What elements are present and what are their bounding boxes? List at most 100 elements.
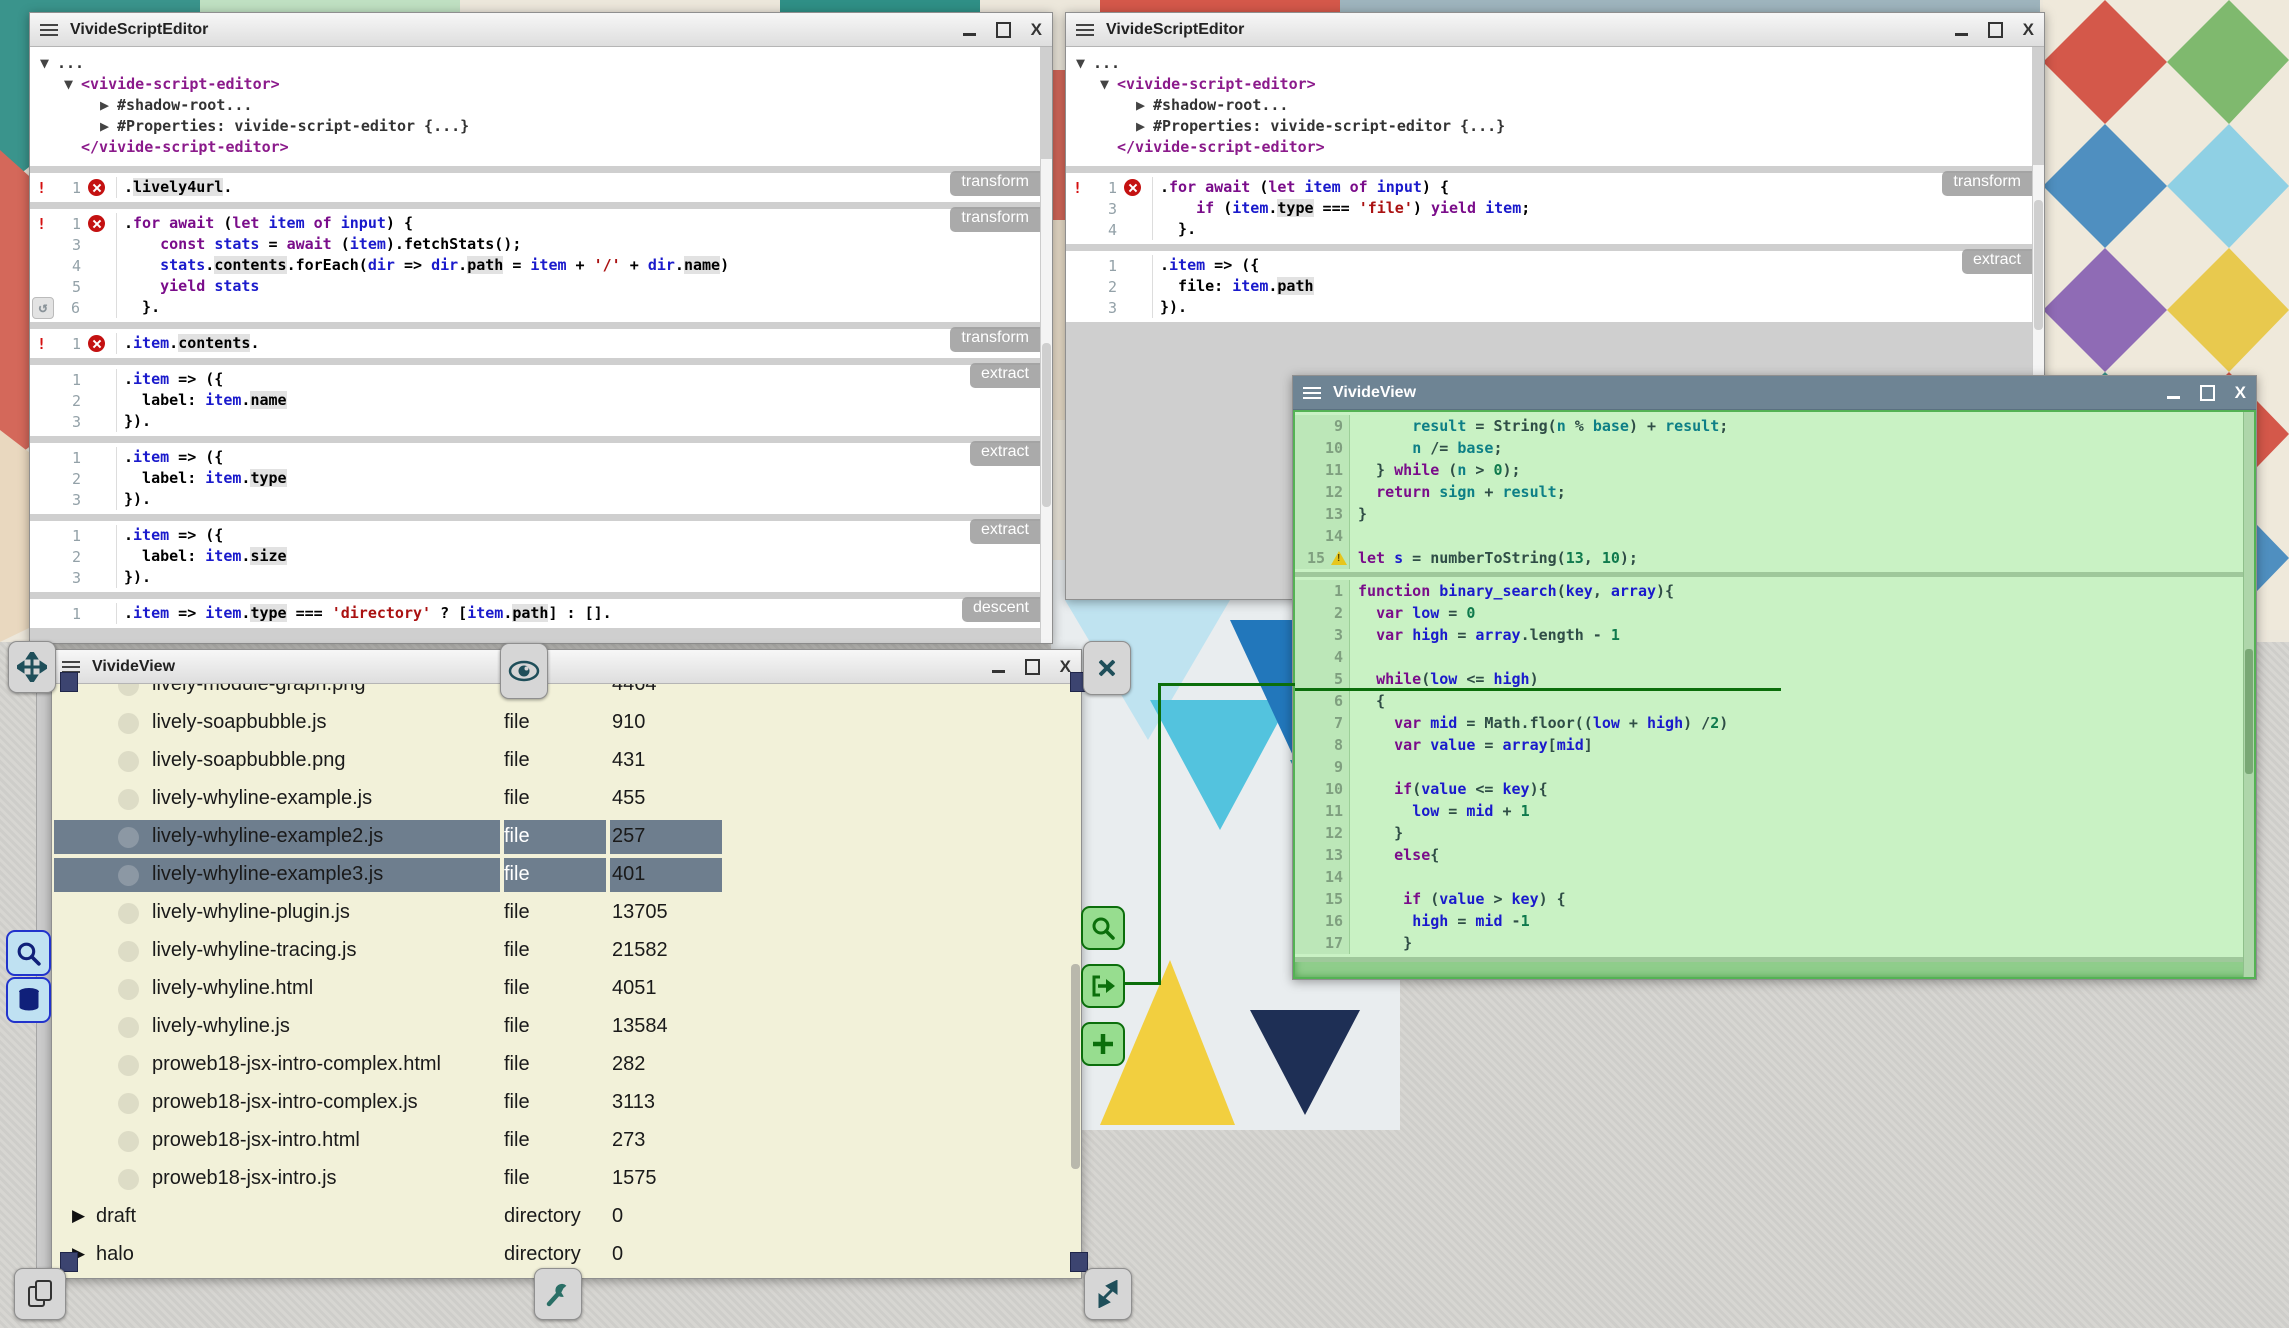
menu-icon[interactable] <box>1076 24 1094 36</box>
script-step-editor[interactable]: transform!1.item.contents. <box>30 329 1040 358</box>
file-row[interactable]: lively-whyline-example3.jsfile401 <box>52 856 1081 894</box>
collapse-arrow-icon[interactable]: ▼ <box>1100 74 1117 95</box>
halo-resize-handle-bottom-right[interactable] <box>1070 1252 1088 1272</box>
maximize-button[interactable] <box>1988 22 2003 38</box>
halo-copy-button[interactable] <box>14 1268 66 1320</box>
line-number: 10 <box>1325 780 1349 798</box>
file-name: proweb18-jsx-intro.js <box>152 1167 337 1190</box>
halo-resize-handle-top-left[interactable] <box>60 672 78 692</box>
file-row[interactable]: lively-soapbubble.jsfile910 <box>52 704 1081 742</box>
error-badge-icon[interactable] <box>1124 179 1141 196</box>
script-step-editor[interactable]: extract1.item => ({2 label: item.size3})… <box>30 521 1040 592</box>
file-size: 0 <box>612 1243 623 1266</box>
halo-resize-button[interactable] <box>1084 1268 1132 1320</box>
tree-node[interactable]: ▼<vivide-script-editor> <box>30 74 1040 95</box>
halo-eye-button[interactable] <box>500 643 548 699</box>
collapse-arrow-icon[interactable]: ▼ <box>64 74 81 95</box>
script-step-editor[interactable]: extract1.item => ({2 label: item.type3})… <box>30 443 1040 514</box>
scrollbar[interactable] <box>1071 964 1080 1169</box>
file-row[interactable]: lively-whyline-example2.jsfile257 <box>52 818 1081 856</box>
tree-node[interactable]: </vivide-script-editor> <box>30 137 1040 158</box>
minimize-button[interactable] <box>1955 33 1968 36</box>
minimize-button[interactable] <box>992 670 1005 673</box>
tree-node[interactable]: ▶#Properties: vivide-script-editor {...} <box>30 116 1040 137</box>
file-row[interactable]: lively-module-graph.pngfile4464 <box>52 684 1081 704</box>
file-row[interactable]: proweb18-jsx-intro-complex.htmlfile282 <box>52 1046 1081 1084</box>
file-row[interactable]: lively-soapbubble.pngfile431 <box>52 742 1081 780</box>
file-row[interactable]: lively-whyline.htmlfile4051 <box>52 970 1081 1008</box>
script-step-editor[interactable]: descent1.item => item.type === 'director… <box>30 599 1040 628</box>
error-badge-icon[interactable] <box>88 335 105 352</box>
expand-arrow-icon[interactable]: ▶ <box>72 1206 85 1226</box>
file-row[interactable]: lively-whyline-example.jsfile455 <box>52 780 1081 818</box>
directory-row[interactable]: ▶draftdirectory0 <box>52 1198 1081 1236</box>
code-pane[interactable]: 1function binary_search(key, array){2 va… <box>1295 577 2254 962</box>
sidebar-data-source-button[interactable] <box>6 977 51 1023</box>
scrollbar[interactable] <box>1040 159 1052 643</box>
file-row[interactable]: proweb18-jsx-intro-complex.jsfile3113 <box>52 1084 1081 1122</box>
tree-node[interactable]: ▼... <box>1066 53 2032 74</box>
tree-node[interactable]: </vivide-script-editor> <box>1066 137 2032 158</box>
script-step-editor[interactable]: extract1.item => ({2 label: item.name3})… <box>30 365 1040 436</box>
script-step-editor[interactable]: transform!1.for await (let item of input… <box>1066 173 2032 244</box>
halo-resize-handle-bottom-left[interactable] <box>60 1252 78 1272</box>
sidebar-search-button[interactable] <box>6 930 51 976</box>
file-row[interactable]: lively-whyline-tracing.jsfile21582 <box>52 932 1081 970</box>
file-size: 0 <box>612 1205 623 1228</box>
dom-inspector-tree[interactable]: ▼...▼<vivide-script-editor>▶#shadow-root… <box>30 47 1040 166</box>
error-badge-icon[interactable] <box>88 215 105 232</box>
window-vivide-view-list[interactable]: VivideView X lively-module-graph.pngfile… <box>51 649 1082 1279</box>
expand-arrow-icon[interactable]: ▶ <box>100 116 117 137</box>
script-step-editor[interactable]: transform!1.for await (let item of input… <box>30 209 1040 322</box>
window-vivide-view-code[interactable]: VivideView X 9 result = String(n % base)… <box>1292 375 2257 980</box>
maximize-button[interactable] <box>996 22 1011 38</box>
collapse-arrow-icon[interactable]: ▼ <box>40 53 57 74</box>
script-step-editor[interactable]: transform!1.lively4url. <box>30 173 1040 202</box>
minimize-button[interactable] <box>2167 396 2180 399</box>
titlebar[interactable]: VivideScriptEditor X <box>30 13 1052 47</box>
menu-icon[interactable] <box>62 661 80 673</box>
halo-close-button[interactable] <box>1083 641 1131 695</box>
tree-node[interactable]: ▶#Properties: vivide-script-editor {...} <box>1066 116 2032 137</box>
maximize-button[interactable] <box>1025 659 1040 675</box>
file-row[interactable]: lively-whyline.jsfile13584 <box>52 1008 1081 1046</box>
menu-icon[interactable] <box>1303 387 1321 399</box>
tree-node[interactable]: ▼<vivide-script-editor> <box>1066 74 2032 95</box>
file-row[interactable]: proweb18-jsx-intro.htmlfile273 <box>52 1122 1081 1160</box>
halo-wrench-button[interactable] <box>534 1268 582 1320</box>
menu-icon[interactable] <box>40 24 58 36</box>
titlebar[interactable]: VivideView X <box>52 650 1081 684</box>
halo-search-button[interactable] <box>1081 906 1125 950</box>
close-button[interactable]: X <box>2023 21 2034 38</box>
expand-arrow-icon[interactable]: ▶ <box>1136 116 1153 137</box>
titlebar[interactable]: VivideScriptEditor X <box>1066 13 2044 47</box>
minimize-button[interactable] <box>963 33 976 36</box>
tree-node[interactable]: ▼... <box>30 53 1040 74</box>
window-vivide-script-editor-left[interactable]: VivideScriptEditor X ▼...▼<vivide-script… <box>29 12 1053 644</box>
collapse-arrow-icon[interactable]: ▼ <box>1076 53 1093 74</box>
undo-icon[interactable]: ↺ <box>32 297 54 319</box>
halo-add-view-button[interactable] <box>1081 1022 1125 1066</box>
warning-icon[interactable]: ! <box>1331 551 1347 565</box>
scrollbar[interactable] <box>2243 412 2254 977</box>
file-row[interactable]: lively-whyline-plugin.jsfile13705 <box>52 894 1081 932</box>
maximize-button[interactable] <box>2200 385 2215 401</box>
tree-node[interactable]: ▶#shadow-root... <box>1066 95 2032 116</box>
tree-node[interactable]: ▶#shadow-root... <box>30 95 1040 116</box>
code-line: 11 } while (n > 0); <box>1295 459 2254 481</box>
tree-node-label: ... <box>1093 54 1120 72</box>
close-button[interactable]: X <box>2235 384 2246 401</box>
file-name: lively-module-graph.png <box>152 684 365 696</box>
close-button[interactable]: X <box>1031 21 1042 38</box>
code-pane[interactable]: 9 result = String(n % base) + result;10 … <box>1295 412 2254 577</box>
error-badge-icon[interactable] <box>88 179 105 196</box>
expand-arrow-icon[interactable]: ▶ <box>100 95 117 116</box>
code-line: 14 <box>1295 525 2254 547</box>
expand-arrow-icon[interactable]: ▶ <box>1136 95 1153 116</box>
halo-connect-output-button[interactable] <box>1081 964 1125 1008</box>
script-step-editor[interactable]: extract1.item => ({2 file: item.path3}). <box>1066 251 2032 322</box>
file-row[interactable]: proweb18-jsx-intro.jsfile1575 <box>52 1160 1081 1198</box>
titlebar[interactable]: VivideView X <box>1293 376 2256 410</box>
dom-inspector-tree[interactable]: ▼...▼<vivide-script-editor>▶#shadow-root… <box>1066 47 2032 166</box>
halo-move-button[interactable] <box>8 641 56 693</box>
